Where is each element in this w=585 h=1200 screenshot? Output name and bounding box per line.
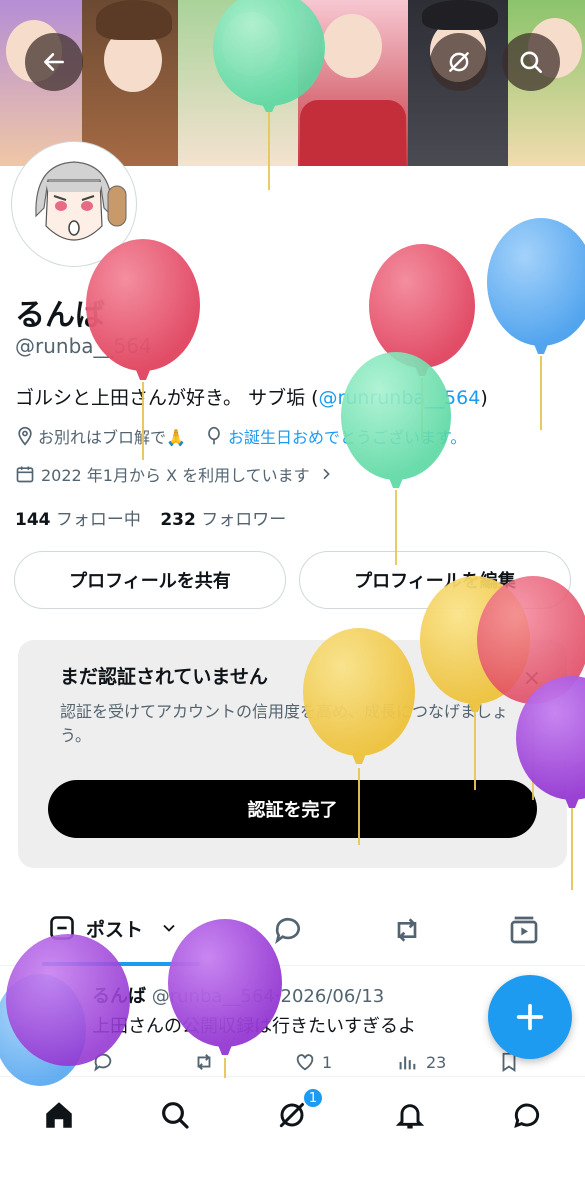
calendar-icon	[16, 466, 34, 483]
grok-button[interactable]	[430, 33, 488, 91]
tab-posts[interactable]: ポスト	[48, 914, 179, 942]
complete-verification-button[interactable]: 認証を完了	[48, 780, 537, 838]
post-date: ·2026/06/13	[274, 986, 385, 1007]
plus-icon	[516, 1003, 544, 1031]
display-name: るんば	[15, 298, 105, 333]
balloon-red-right	[369, 244, 475, 440]
back-button[interactable]	[25, 33, 83, 91]
follow-stats: 144 フォロー中 232 フォロワー	[15, 505, 286, 530]
views-icon	[399, 1056, 416, 1070]
location-pin-icon	[18, 426, 32, 446]
followers-link[interactable]: 232 フォロワー	[160, 510, 286, 530]
joined-text: 2022 年1月から X を利用しています	[41, 466, 310, 485]
like-button[interactable]: 1	[294, 1051, 332, 1073]
nav-notifications[interactable]	[390, 1095, 430, 1135]
profile-tabs: ポスト	[0, 900, 585, 966]
search-nav-icon	[162, 1102, 189, 1129]
profile-banner	[0, 0, 585, 166]
grok-icon	[449, 52, 469, 72]
tab-replies[interactable]	[272, 914, 304, 946]
bell-icon	[395, 1104, 425, 1129]
balloon-icon	[208, 426, 220, 445]
followers-label: フォロワー	[201, 510, 287, 530]
following-link[interactable]: 144 フォロー中	[15, 510, 141, 530]
nav-messages[interactable]	[507, 1095, 547, 1135]
post-actions: 1 23	[92, 1051, 572, 1077]
verification-card: まだ認証されていません × 認証を受けてアカウントの信用度を高め、成長につなげま…	[18, 640, 567, 868]
tab-reposts[interactable]	[390, 914, 424, 946]
reply-icon	[94, 1053, 112, 1072]
tab-posts-label: ポスト	[86, 918, 144, 941]
profile-handle: @runba__564	[15, 334, 152, 358]
avatar[interactable]	[12, 142, 136, 266]
following-label: フォロー中	[55, 510, 141, 530]
nav-search[interactable]	[155, 1095, 195, 1135]
nav-home[interactable]	[39, 1095, 79, 1135]
verify-title: まだ認証されていません	[60, 666, 268, 688]
heart-icon	[296, 1054, 314, 1071]
notification-badge: 1	[302, 1087, 324, 1109]
verify-description: 認証を受けてアカウントの信用度を高め、成長につなげましょう。	[60, 702, 509, 745]
compose-post-button[interactable]	[488, 975, 572, 1059]
post-text: 上田さんの公開収録は行きたいすぎるよ	[92, 1016, 416, 1037]
home-icon	[46, 1102, 72, 1128]
post-author-handle: @runba__564	[151, 986, 275, 1007]
like-count: 1	[322, 1052, 333, 1072]
profile-bio: ゴルシと上田さんが好き。 サブ垢 (@runrunba__564)	[15, 383, 488, 410]
location-text: お別れはブロ解で🙏	[38, 428, 186, 447]
birthday-text[interactable]: お誕生日おめでとうございます。	[228, 424, 466, 448]
share-profile-button[interactable]: プロフィールを共有	[14, 551, 286, 609]
bio-text: ゴルシと上田さんが好き。 サブ垢 (	[15, 387, 319, 409]
tab-active-indicator	[42, 962, 200, 966]
chevron-right-icon[interactable]	[318, 466, 334, 482]
message-icon	[514, 1103, 540, 1129]
arrow-left-icon	[44, 53, 64, 71]
repost-button[interactable]	[192, 1051, 216, 1073]
joined-row: 2022 年1月から X を利用しています	[15, 462, 334, 486]
following-count: 144	[15, 510, 51, 530]
profile-meta-row: お別れはブロ解で🙏 お誕生日おめでとうございます。	[15, 424, 466, 448]
avatar-illustration	[16, 146, 132, 262]
close-icon[interactable]: ×	[523, 666, 541, 691]
tab-videos[interactable]	[508, 914, 540, 946]
search-button[interactable]	[502, 33, 560, 91]
bio-end: )	[480, 387, 488, 409]
bottom-navigation: 1	[0, 1076, 585, 1200]
search-icon	[520, 51, 543, 74]
repost-icon	[397, 918, 417, 942]
reply-bubble-icon	[275, 917, 300, 944]
balloon-blue	[487, 218, 585, 430]
bio-mention-link[interactable]: @runrunba__564	[319, 387, 481, 409]
video-icon	[510, 916, 538, 944]
edit-profile-button[interactable]: プロフィールを編集	[299, 551, 571, 609]
views-button[interactable]: 23	[396, 1051, 446, 1073]
post-author-name[interactable]: るんば	[92, 986, 146, 1007]
chevron-down-icon[interactable]	[159, 918, 179, 938]
followers-count: 232	[160, 510, 196, 530]
views-count: 23	[426, 1052, 447, 1072]
post-header: るんば @runba__564·2026/06/13	[92, 982, 384, 1008]
posts-icon	[50, 916, 74, 940]
reply-button[interactable]	[92, 1051, 114, 1073]
repost-small-icon	[197, 1054, 211, 1070]
